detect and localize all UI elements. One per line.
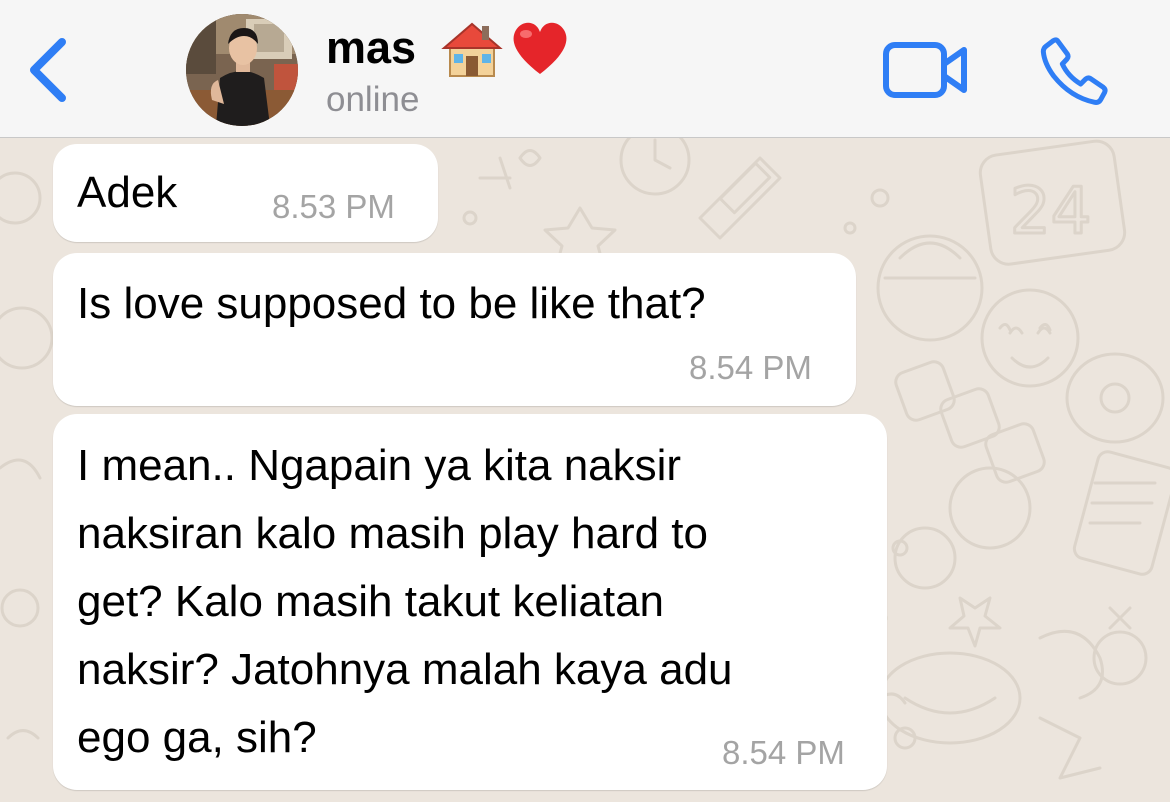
message-bubble[interactable]: I mean.. Ngapain ya kita naksir naksiran… — [53, 414, 887, 790]
message-bubble[interactable]: Adek 8.53 PM — [53, 144, 438, 242]
back-button[interactable] — [14, 30, 84, 110]
chat-header: mas online — [0, 0, 1170, 138]
contact-name[interactable]: mas — [326, 22, 416, 74]
red-heart-emoji — [513, 22, 567, 74]
avatar[interactable] — [186, 14, 298, 126]
phone-icon — [1040, 37, 1108, 105]
svg-text:24: 24 — [1010, 175, 1091, 249]
voice-call-button[interactable] — [1036, 32, 1116, 112]
message-time: 8.54 PM — [689, 349, 812, 386]
video-call-button[interactable] — [880, 36, 972, 106]
chat-area[interactable]: 24 Adek 8.53 PM Is love supposed to be l… — [0, 138, 1170, 802]
house-emoji — [441, 22, 503, 77]
message-text: Is love supposed to be like that? — [77, 279, 706, 328]
chevron-left-icon — [30, 38, 66, 102]
message-text: I mean.. Ngapain ya kita naksir naksiran… — [77, 441, 733, 762]
avatar-photo — [186, 14, 298, 126]
contact-status: online — [326, 80, 420, 119]
message-time: 8.54 PM — [722, 734, 845, 771]
video-camera-icon — [883, 42, 967, 98]
message-bubble[interactable]: Is love supposed to be like that? 8.54 P… — [53, 253, 856, 406]
contact-name-text: mas — [326, 22, 417, 73]
message-time: 8.53 PM — [272, 188, 395, 225]
message-text: Adek — [77, 168, 178, 217]
